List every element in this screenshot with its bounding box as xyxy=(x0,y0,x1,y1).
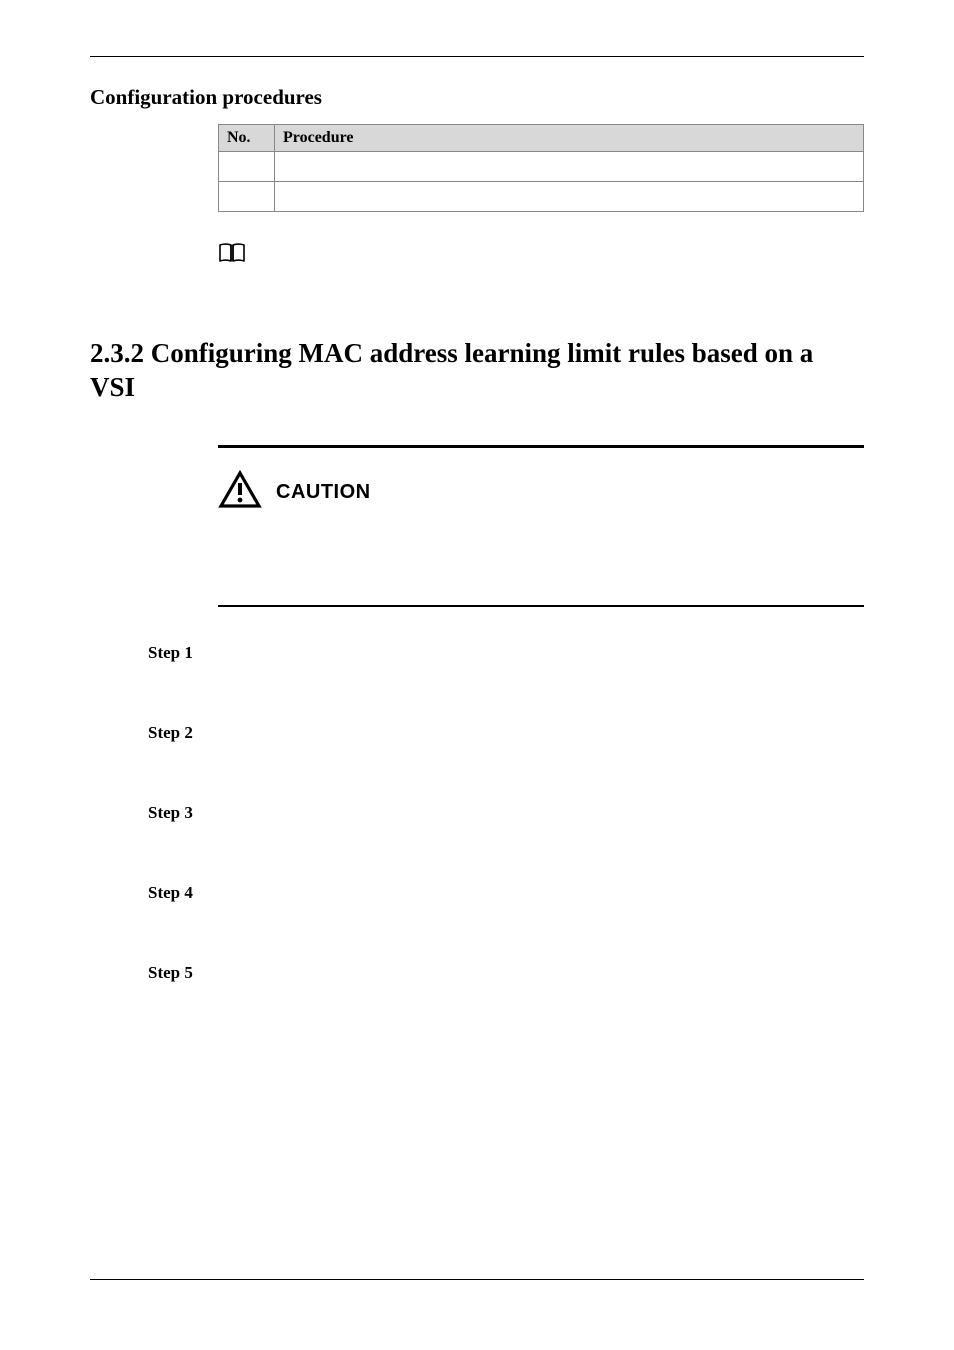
table-row xyxy=(219,152,864,182)
td-procedure xyxy=(275,152,864,182)
step-body xyxy=(224,723,864,743)
step-body xyxy=(224,883,864,903)
step-body xyxy=(224,963,864,983)
caution-header: CAUTION xyxy=(218,470,864,515)
caution-block: CAUTION xyxy=(218,445,864,607)
footer-rule xyxy=(90,1279,864,1280)
step-label: Step 4 xyxy=(148,883,206,903)
procedure-table: No. Procedure xyxy=(218,124,864,212)
warning-triangle-icon xyxy=(218,470,262,515)
th-procedure: Procedure xyxy=(275,125,864,152)
step-body xyxy=(224,803,864,823)
step-item: Step 5 xyxy=(148,963,864,983)
td-no xyxy=(219,182,275,212)
step-label: Step 3 xyxy=(148,803,206,823)
step-item: Step 1 xyxy=(148,643,864,663)
step-label: Step 2 xyxy=(148,723,206,743)
step-body xyxy=(224,643,864,663)
book-icon xyxy=(218,242,246,267)
section-heading: Configuration procedures xyxy=(90,85,864,110)
caution-top-rule xyxy=(218,445,864,448)
note-block xyxy=(218,242,864,267)
steps-list: Step 1 Step 2 Step 3 Step 4 Step 5 xyxy=(148,643,864,983)
caution-body xyxy=(218,525,864,595)
caution-bottom-rule xyxy=(218,605,864,607)
td-no xyxy=(219,152,275,182)
step-item: Step 4 xyxy=(148,883,864,903)
caution-label: CAUTION xyxy=(276,481,371,504)
table-row xyxy=(219,182,864,212)
td-procedure xyxy=(275,182,864,212)
table-header-row: No. Procedure xyxy=(219,125,864,152)
step-label: Step 1 xyxy=(148,643,206,663)
header-rule xyxy=(90,56,864,57)
step-item: Step 3 xyxy=(148,803,864,823)
step-item: Step 2 xyxy=(148,723,864,743)
th-no: No. xyxy=(219,125,275,152)
page: Configuration procedures No. Procedure xyxy=(0,0,954,1083)
subsection-heading: 2.3.2 Configuring MAC address learning l… xyxy=(90,337,864,405)
step-label: Step 5 xyxy=(148,963,206,983)
